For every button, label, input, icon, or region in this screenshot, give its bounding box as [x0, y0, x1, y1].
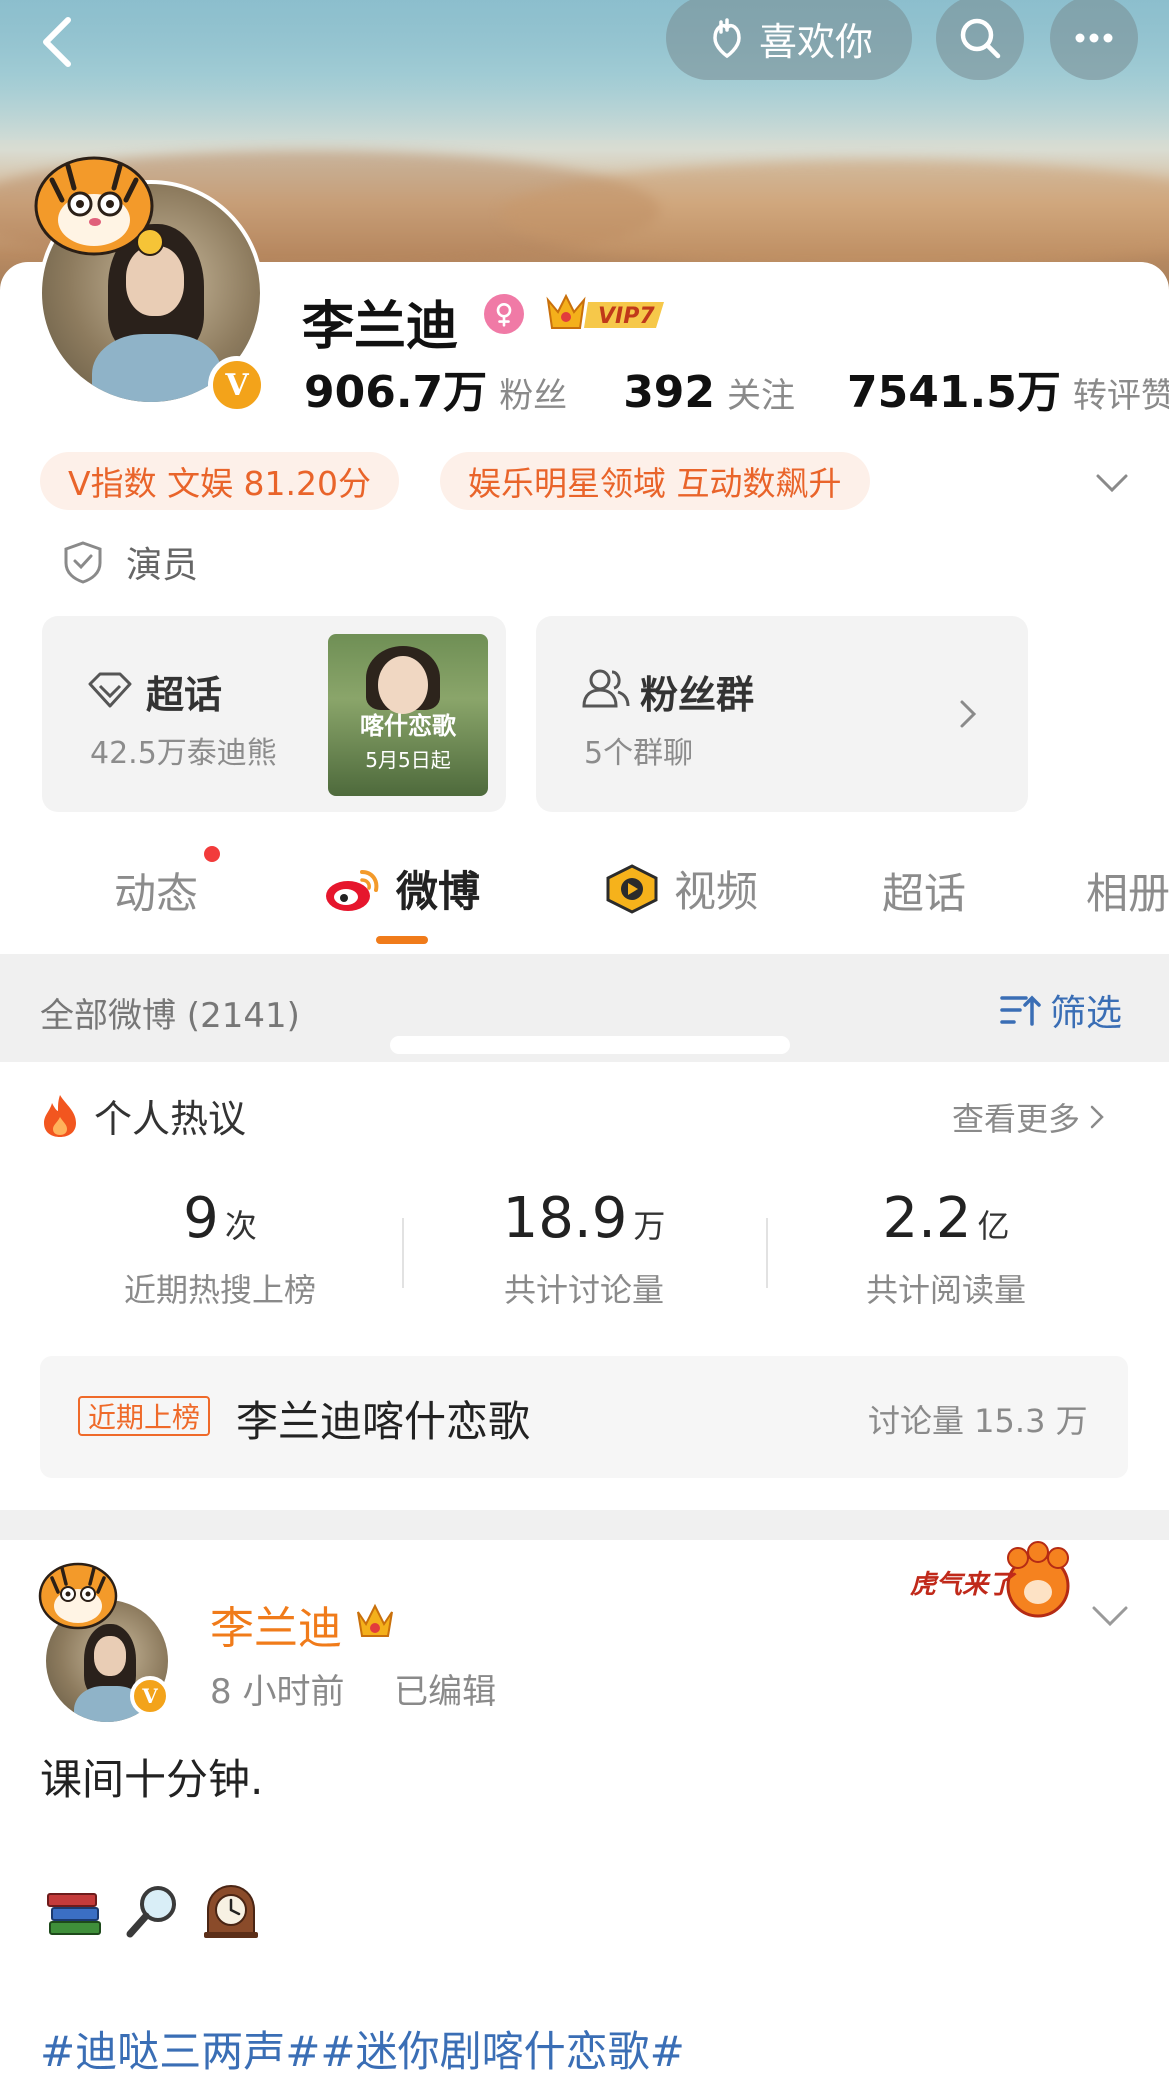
metric-label: 共计阅读量	[865, 1271, 1026, 1309]
see-more-link[interactable]: 查看更多	[952, 1094, 1106, 1140]
verification-row: 演员	[60, 536, 198, 588]
tiger-year-sticker: 虎气来了	[910, 1540, 1080, 1624]
female-gender-icon	[484, 294, 524, 334]
see-more-label: 查看更多	[952, 1100, 1081, 1138]
weibo-logo-icon	[326, 869, 379, 911]
verified-badge-icon: V	[130, 1676, 170, 1716]
metric-value: 18.9	[502, 1186, 628, 1251]
verification-label: 演员	[126, 545, 199, 586]
following-label[interactable]: 关注	[727, 368, 795, 417]
metric-label: 共计讨论量	[503, 1271, 664, 1309]
followers-count[interactable]: 906.7万	[304, 356, 487, 420]
tiger-avatar-pendant-icon	[34, 156, 164, 256]
video-play-badge-icon	[606, 863, 658, 914]
metric-discussion: 18.9 万 共计讨论量	[434, 1186, 734, 1311]
vip-level-label: VIP7	[598, 304, 655, 329]
post-time: 8 小时前	[210, 1672, 345, 1712]
tiger-avatar-pendant-icon	[38, 1562, 118, 1630]
fangroup-card[interactable]: 粉丝群 5个群聊	[536, 616, 1028, 812]
tab-weibo-label: 微博	[396, 867, 481, 916]
section-divider	[0, 1510, 1169, 1540]
recent-trending-tag: 近期上榜	[78, 1396, 211, 1436]
trending-discussion-count: 讨论量 15.3 万	[868, 1402, 1088, 1440]
supertopic-subtitle: 42.5万泰迪熊	[90, 736, 277, 771]
active-tab-indicator	[376, 936, 428, 944]
filter-button[interactable]: 筛选	[998, 984, 1122, 1036]
pager-handle	[390, 1036, 790, 1054]
metric-value: 9	[183, 1186, 219, 1251]
poster-date: 5月5日起	[365, 748, 451, 772]
tab-dynamics[interactable]: 动态	[114, 860, 198, 921]
supertopic-title: 超话	[146, 673, 223, 717]
metric-value: 2.2	[882, 1186, 972, 1251]
domain-trend-pill[interactable]: 娱乐明星领域 互动数飙升	[440, 452, 870, 510]
chevron-down-icon[interactable]	[1094, 464, 1130, 500]
post-emoji-row	[44, 1880, 262, 1942]
profile-tabs: 动态 微博 视频 超话 相册	[0, 850, 1169, 946]
chevron-right-icon	[1090, 1105, 1104, 1129]
profile-name: 李兰迪	[302, 297, 459, 357]
interactions-label: 转评赞	[1072, 376, 1169, 416]
shield-check-icon	[64, 541, 102, 584]
interactions-count: 7541.5万	[847, 367, 1061, 418]
metric-unit: 万	[633, 1207, 666, 1245]
more-dots-icon	[1075, 33, 1113, 43]
followers-label[interactable]: 粉丝	[499, 368, 567, 417]
metric-unit: 次	[224, 1207, 257, 1245]
search-button[interactable]	[936, 0, 1024, 80]
like-you-label: 喜欢你	[758, 19, 873, 64]
mantel-clock-icon	[204, 1884, 258, 1938]
post-edited-flag: 已编辑	[394, 1672, 497, 1712]
tab-supertopic[interactable]: 超话	[882, 860, 966, 921]
vip-crown-badge-icon[interactable]: VIP7	[540, 290, 670, 336]
post-body-text: 课间十分钟.	[40, 1755, 264, 1804]
tab-weibo[interactable]: 微博	[322, 858, 480, 919]
back-icon[interactable]	[28, 12, 88, 72]
like-you-button[interactable]: 喜欢你	[666, 0, 912, 80]
magnifier-icon	[126, 1886, 176, 1938]
filter-label: 筛选	[1050, 993, 1123, 1034]
fangroup-subtitle: 5个群聊	[584, 736, 694, 771]
profile-stats: 906.7万 粉丝 392 关注 7541.5万 转评赞	[304, 356, 1169, 420]
crown-icon	[357, 1603, 393, 1637]
more-button[interactable]	[1050, 0, 1138, 80]
notification-dot	[204, 846, 220, 862]
fangroup-title: 粉丝群	[640, 673, 755, 717]
verified-badge-icon: V	[208, 356, 266, 414]
post-author-name[interactable]: 李兰迪	[210, 1592, 342, 1656]
trending-topic-title: 李兰迪喀什恋歌	[236, 1397, 531, 1446]
hand-heart-icon	[713, 18, 741, 59]
trending-topic-row[interactable]: 近期上榜 李兰迪喀什恋歌 讨论量 15.3 万	[40, 1356, 1128, 1478]
sticker-text: 虎气来了	[910, 1570, 1015, 1600]
metric-hot-search: 9次 近期热搜上榜	[70, 1186, 370, 1311]
poster-title: 喀什恋歌	[360, 712, 456, 740]
group-people-icon	[582, 669, 630, 708]
tab-video-label: 视频	[674, 867, 759, 916]
all-posts-count[interactable]: 全部微博 (2141)	[40, 988, 300, 1037]
diamond-icon	[88, 672, 132, 708]
metric-divider	[766, 1218, 768, 1288]
hot-discussion-title: 个人热议	[94, 1097, 247, 1141]
post-hashtags[interactable]: #迪哒三两声##迷你剧喀什恋歌#	[40, 2018, 685, 2079]
hot-discussion-header: 个人热议	[40, 1088, 246, 1143]
search-icon	[960, 18, 1001, 59]
flame-icon	[44, 1094, 76, 1137]
metric-divider	[402, 1218, 404, 1288]
chevron-right-icon	[960, 700, 977, 728]
tab-album[interactable]: 相册	[1086, 860, 1169, 921]
metric-unit: 亿	[977, 1207, 1010, 1245]
filter-sort-icon	[1000, 995, 1041, 1026]
post-meta: 8 小时前 已编辑	[210, 1664, 496, 1713]
metric-label: 近期热搜上榜	[123, 1271, 316, 1309]
following-count[interactable]: 392	[623, 367, 715, 418]
supertopic-poster-image[interactable]: 喀什恋歌 5月5日起	[328, 634, 488, 796]
v-index-pill[interactable]: V指数 文娱 81.20分	[40, 452, 400, 510]
tab-video[interactable]: 视频	[604, 858, 758, 919]
books-icon	[47, 1893, 101, 1935]
metric-reads: 2.2 亿 共计阅读量	[796, 1186, 1096, 1311]
chevron-down-icon[interactable]	[1090, 1594, 1130, 1634]
